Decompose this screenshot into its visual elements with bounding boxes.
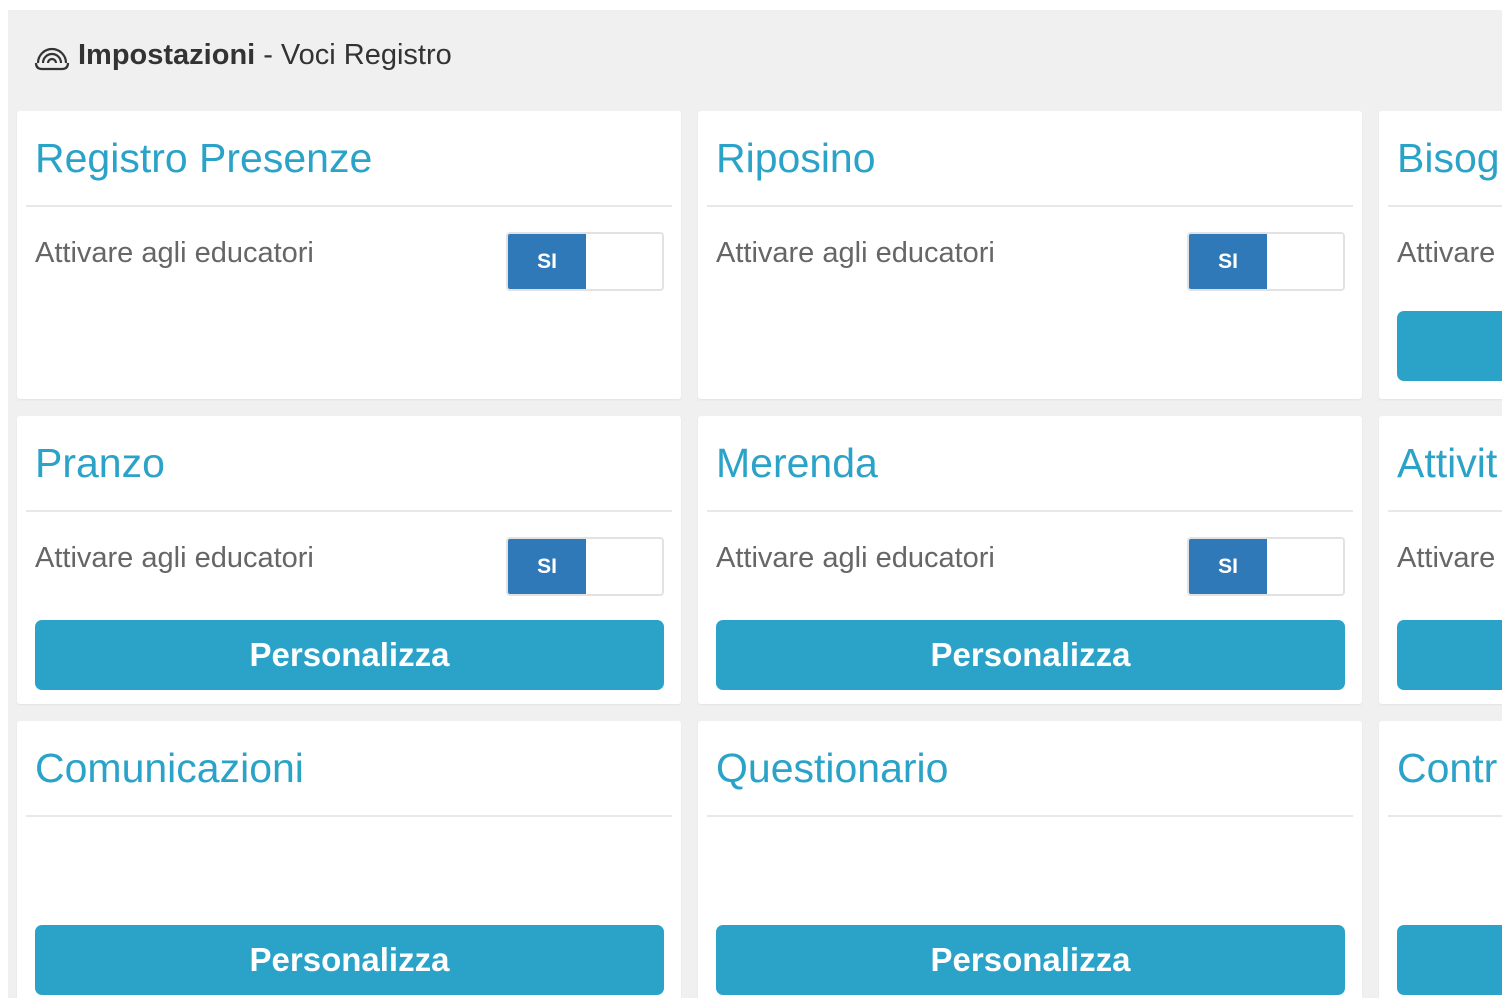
enable-toggle[interactable]: SI: [506, 232, 664, 291]
card-title: Riposino: [716, 135, 876, 181]
card-divider: [1388, 205, 1502, 207]
card-divider: [707, 815, 1353, 817]
card-riposino: Riposino Attivare agli educatori SI: [698, 111, 1362, 399]
card-divider: [26, 815, 672, 817]
personalizza-button[interactable]: Personalizza: [35, 620, 664, 690]
card-title: Comunicazioni: [35, 745, 304, 791]
card-label: Attivare agli educatori: [35, 542, 314, 574]
card-divider: [707, 205, 1353, 207]
toggle-on-label: SI: [508, 234, 586, 289]
card-divider: [1388, 815, 1502, 817]
card-divider: [707, 510, 1353, 512]
card-label: Attivare: [1397, 542, 1496, 574]
enable-toggle[interactable]: SI: [506, 537, 664, 596]
card-title: Attivit: [1397, 440, 1498, 486]
toggle-off-area: [586, 234, 662, 289]
card-title: Contr: [1397, 745, 1498, 791]
card-title: Registro Presenze: [35, 135, 373, 181]
toggle-on-label: SI: [1189, 234, 1267, 289]
card-divider: [26, 205, 672, 207]
settings-panel: Impostazioni - Voci Registro Registro Pr…: [8, 10, 1502, 998]
toggle-off-area: [1267, 539, 1343, 594]
card-title: Questionario: [716, 745, 949, 791]
personalizza-button[interactable]: [1397, 925, 1502, 995]
card-label: Attivare agli educatori: [716, 542, 995, 574]
toggle-off-area: [1267, 234, 1343, 289]
card-questionario: Questionario Personalizza: [698, 721, 1362, 998]
toggle-on-label: SI: [508, 539, 586, 594]
enable-toggle[interactable]: SI: [1187, 232, 1345, 291]
card-label: Attivare: [1397, 237, 1496, 269]
personalizza-button[interactable]: [1397, 620, 1502, 690]
card-registro-presenze: Registro Presenze Attivare agli educator…: [17, 111, 681, 399]
card-label: Attivare agli educatori: [35, 237, 314, 269]
card-title: Pranzo: [35, 440, 165, 486]
card-divider: [1388, 510, 1502, 512]
card-controllo: Contr: [1379, 721, 1502, 998]
toggle-off-area: [586, 539, 662, 594]
card-attivita: Attivit Attivare: [1379, 416, 1502, 704]
card-pranzo: Pranzo Attivare agli educatori SI Person…: [17, 416, 681, 704]
personalizza-button[interactable]: Personalizza: [716, 620, 1345, 690]
card-title: Merenda: [716, 440, 878, 486]
personalizza-button[interactable]: Personalizza: [35, 925, 664, 995]
enable-toggle[interactable]: SI: [1187, 537, 1345, 596]
card-divider: [26, 510, 672, 512]
card-label: Attivare agli educatori: [716, 237, 995, 269]
card-merenda: Merenda Attivare agli educatori SI Perso…: [698, 416, 1362, 704]
title-separator: -: [263, 38, 273, 71]
rainbow-icon: [34, 37, 70, 73]
card-bisogni: Bisog Attivare: [1379, 111, 1502, 399]
page-title: Impostazioni: [78, 38, 256, 71]
card-comunicazioni: Comunicazioni Personalizza: [17, 721, 681, 998]
toggle-on-label: SI: [1189, 539, 1267, 594]
personalizza-button[interactable]: [1397, 311, 1502, 381]
personalizza-button[interactable]: Personalizza: [716, 925, 1345, 995]
page-subtitle: Voci Registro: [280, 38, 452, 71]
page-header: Impostazioni - Voci Registro: [34, 30, 452, 80]
card-title: Bisog: [1397, 135, 1500, 181]
